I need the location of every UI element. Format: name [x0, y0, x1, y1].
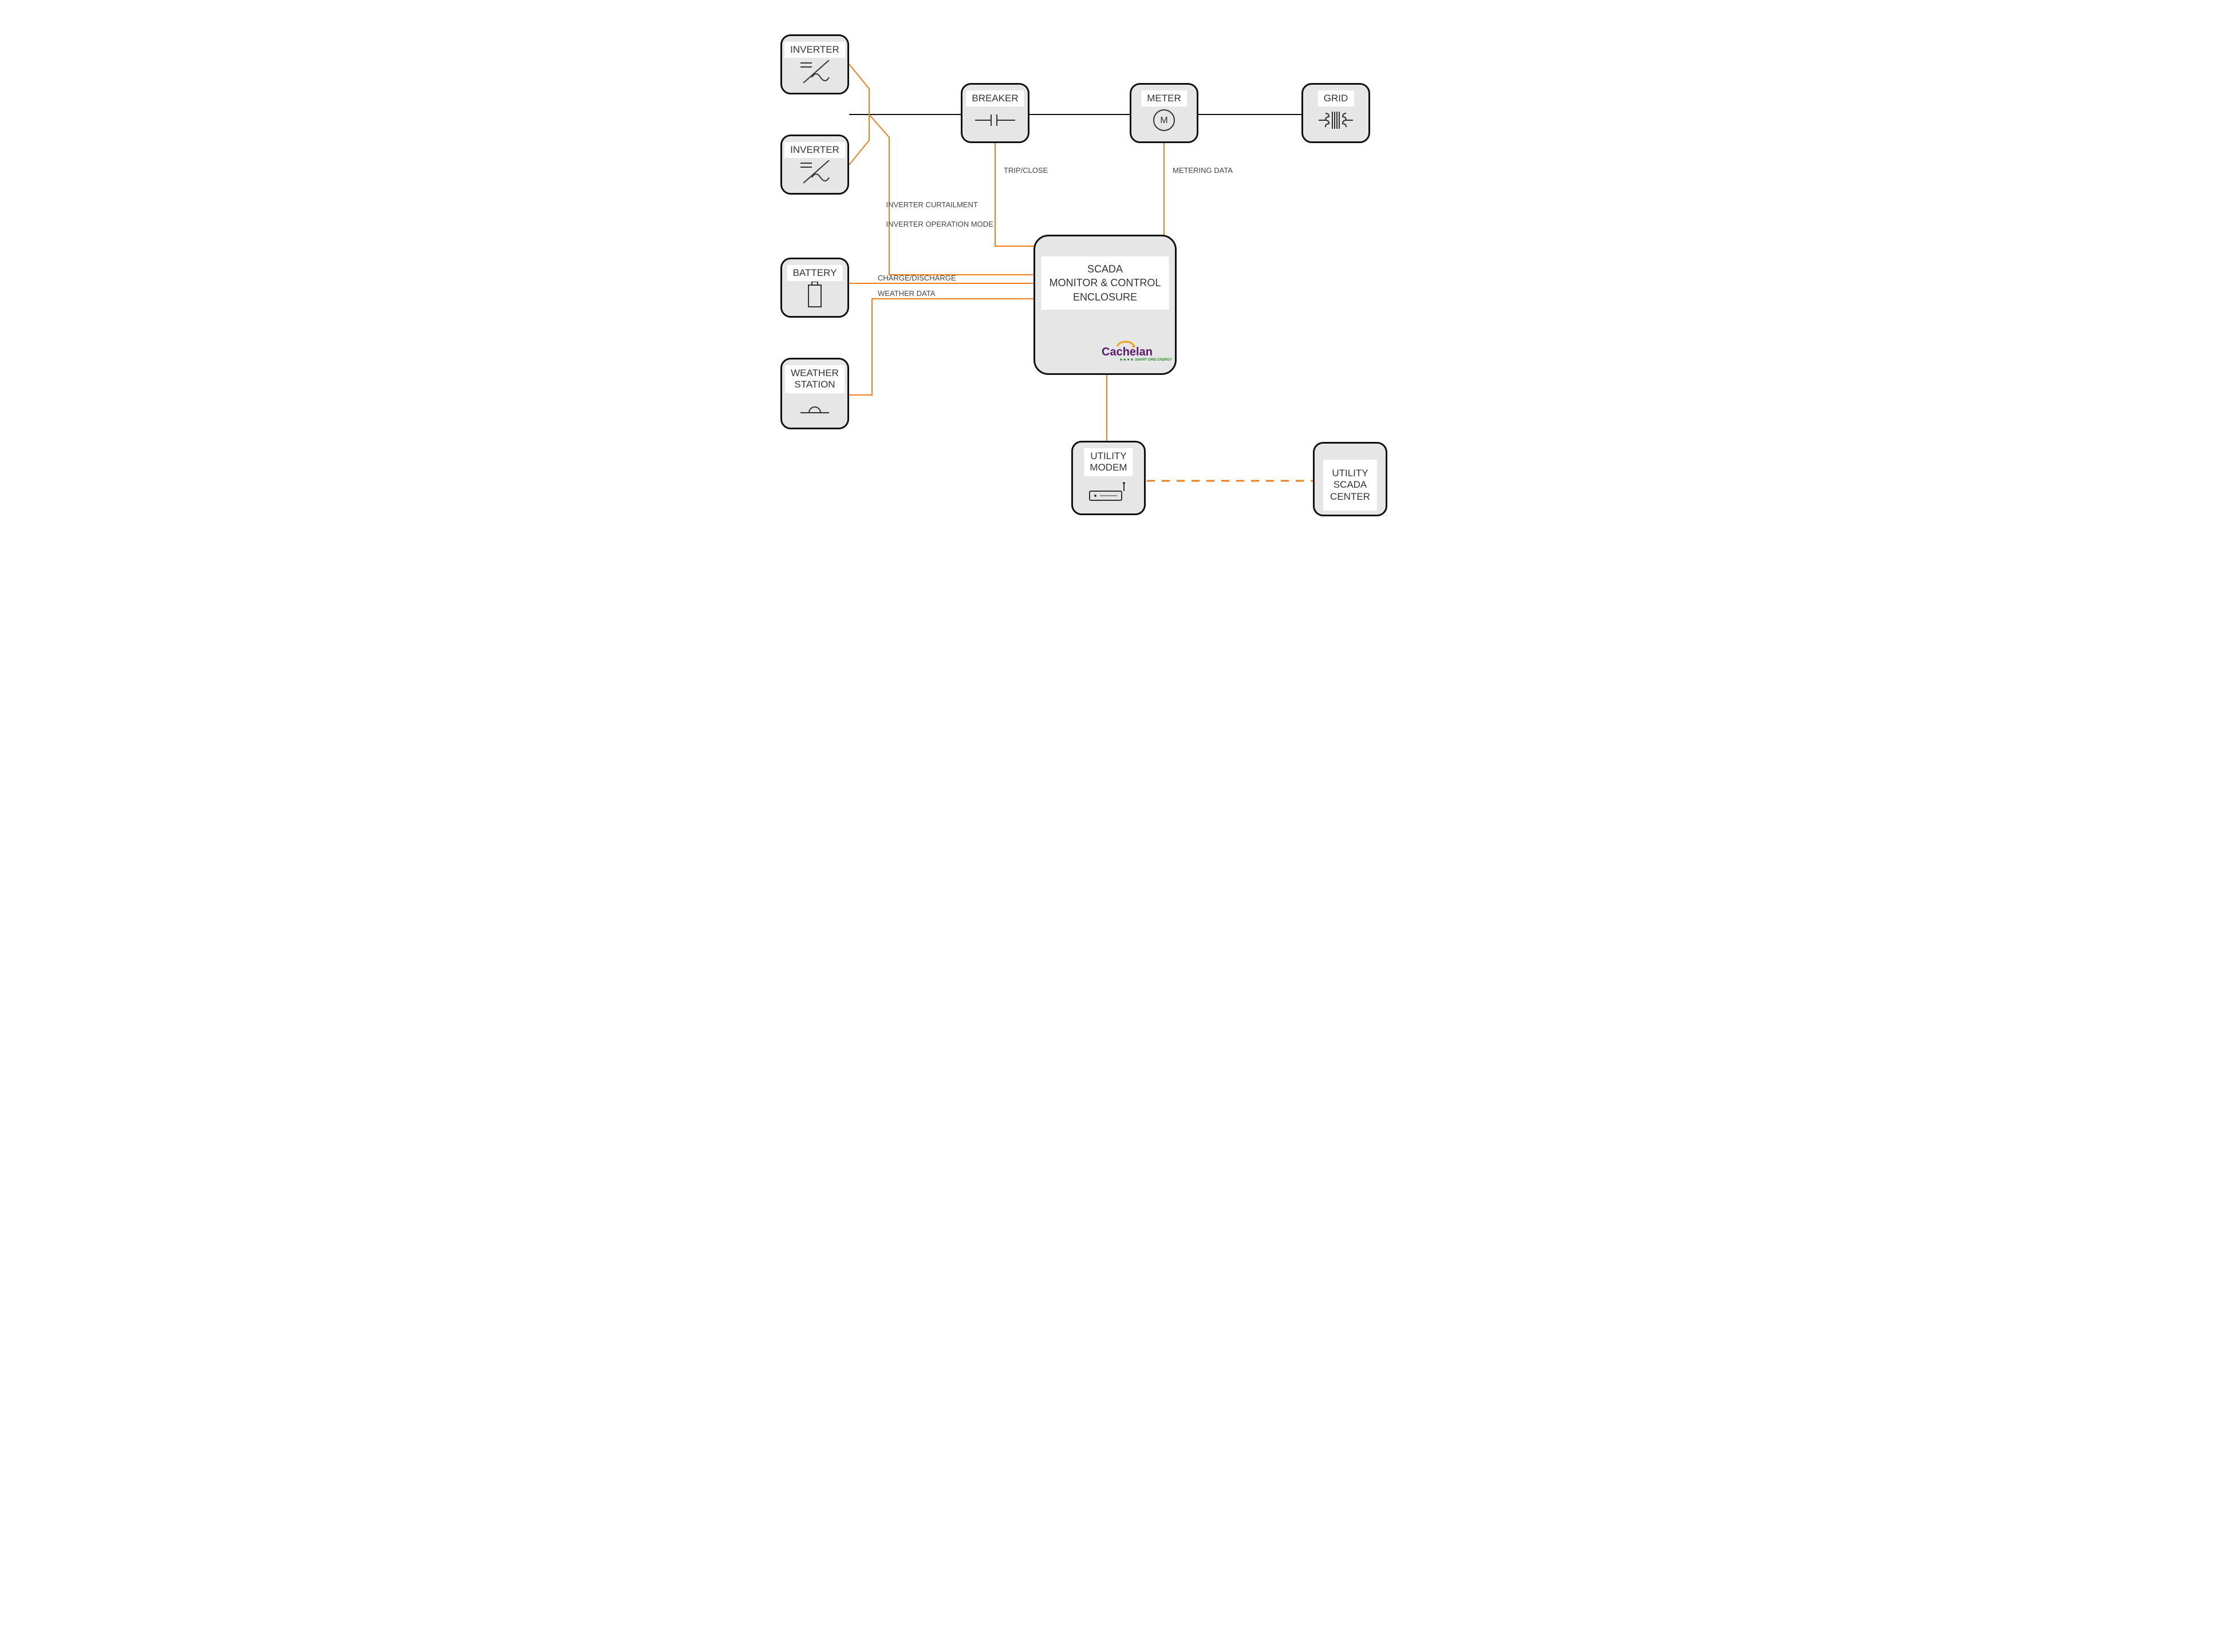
- edge-label-metering: METERING DATA: [1173, 166, 1233, 176]
- scada-title-line3: ENCLOSURE: [1073, 291, 1137, 303]
- wire-inverter-fanout: [849, 64, 869, 165]
- modem-label-line2: MODEM: [1090, 462, 1127, 473]
- battery-label: BATTERY: [787, 265, 843, 281]
- modem-label-line1: UTILITY: [1090, 450, 1126, 461]
- diagram-canvas: INVERTER INVERTER BREAKER: [740, 0, 1485, 572]
- inverter-icon: [782, 158, 847, 187]
- node-grid: GRID: [1301, 83, 1370, 143]
- inverter-2-label: INVERTER: [784, 142, 845, 158]
- center-label: UTILITY SCADA CENTER: [1323, 460, 1377, 511]
- inverter-icon: [782, 58, 847, 86]
- svg-text:M: M: [1160, 116, 1167, 125]
- grid-label: GRID: [1318, 90, 1354, 106]
- breaker-icon: [962, 106, 1028, 135]
- node-battery: BATTERY: [780, 258, 849, 318]
- weather-label-line2: STATION: [794, 379, 835, 390]
- edge-label-battery: CHARGE/DISCHARGE: [878, 274, 956, 283]
- node-utility-modem: UTILITY MODEM: [1071, 441, 1146, 515]
- node-utility-scada-center: UTILITY SCADA CENTER: [1313, 442, 1387, 516]
- edge-label-weather: WEATHER DATA: [878, 289, 935, 299]
- transformer-icon: [1303, 106, 1368, 135]
- edge-label-inverter-ops: INVERTER CURTAILMENT INVERTER OPERATION …: [878, 191, 993, 239]
- node-inverter-2: INVERTER: [780, 135, 849, 195]
- weather-label-line1: WEATHER: [791, 367, 839, 378]
- scada-title-line1: SCADA: [1087, 263, 1123, 275]
- center-label-line1: UTILITY: [1332, 468, 1368, 479]
- weather-icon: [782, 393, 847, 421]
- breaker-label: BREAKER: [966, 90, 1024, 106]
- inverter-1-label: INVERTER: [784, 42, 845, 58]
- wire-weather-scada: [849, 299, 1033, 395]
- svg-text:SMART GRID ENERGY: SMART GRID ENERGY: [1135, 358, 1173, 362]
- node-meter: METER M: [1130, 83, 1198, 143]
- center-label-line2: SCADA: [1334, 479, 1367, 490]
- svg-text:■ ■ ■ ■: ■ ■ ■ ■: [1120, 358, 1133, 362]
- wire-breaker-scada: [995, 143, 1050, 246]
- battery-icon: [782, 281, 847, 310]
- edge-label-trip-close: TRIP/CLOSE: [1004, 166, 1048, 176]
- node-weather-station: WEATHER STATION: [780, 358, 849, 429]
- node-breaker: BREAKER: [961, 83, 1029, 143]
- scada-title-line2: MONITOR & CONTROL: [1050, 277, 1161, 288]
- weather-label: WEATHER STATION: [785, 365, 845, 393]
- center-label-line3: CENTER: [1330, 491, 1370, 502]
- scada-title: SCADA MONITOR & CONTROL ENCLOSURE: [1042, 256, 1169, 310]
- meter-label: METER: [1141, 90, 1187, 106]
- modem-icon: [1073, 478, 1144, 507]
- meter-icon: M: [1131, 106, 1197, 135]
- brand-logo: Cachelan ■ ■ ■ ■ SMART GRID ENERGY: [1102, 343, 1165, 365]
- node-inverter-1: INVERTER: [780, 34, 849, 94]
- node-scada-enclosure: SCADA MONITOR & CONTROL ENCLOSURE Cachel…: [1033, 235, 1177, 375]
- modem-label: UTILITY MODEM: [1084, 448, 1133, 476]
- svg-text:Cachelan: Cachelan: [1102, 346, 1153, 358]
